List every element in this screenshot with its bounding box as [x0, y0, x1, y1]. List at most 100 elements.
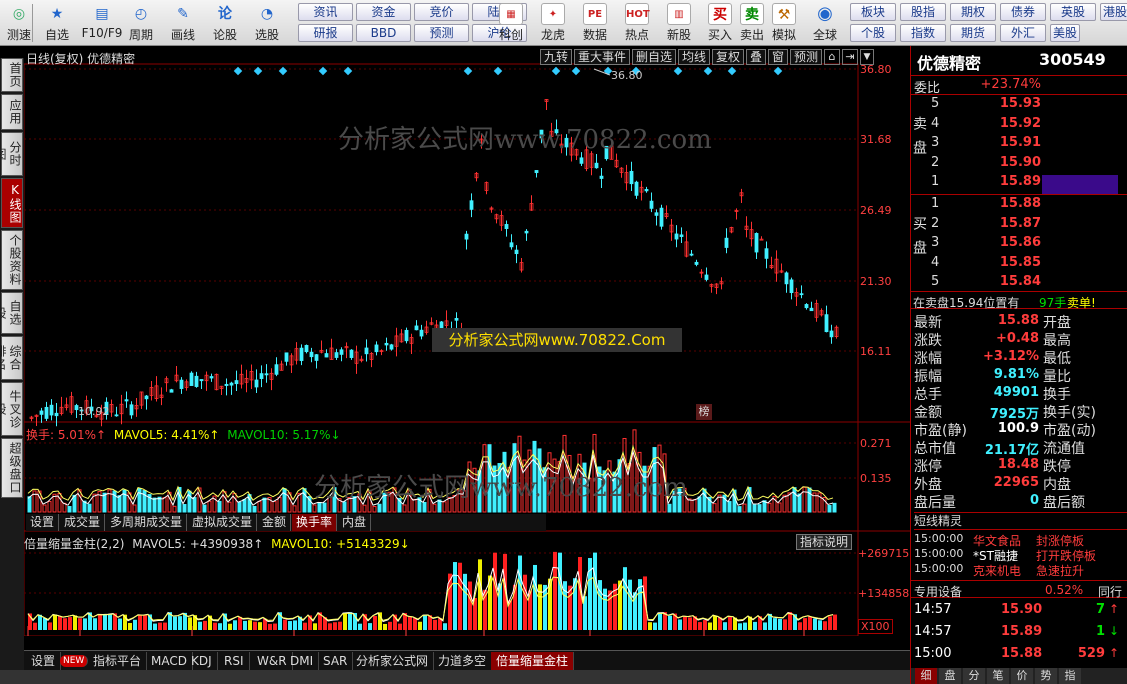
indicator-tab-11[interactable]: 倍量缩量金柱	[491, 652, 575, 670]
quote-tab-1[interactable]: 盘	[939, 668, 961, 684]
dropdown-icon[interactable]: ▼	[860, 49, 874, 65]
sidebar-tab-8[interactable]: 超级盘口	[1, 438, 23, 498]
grid-top-1-button[interactable]: 资金	[356, 3, 411, 21]
event-marker-icon[interactable]	[493, 66, 503, 76]
toolbar-6-button[interactable]: ◔ 选股	[248, 2, 286, 44]
volume-tab-4[interactable]: 金额	[258, 514, 292, 531]
quote-tab-3[interactable]: 笔	[987, 668, 1009, 684]
event-marker-icon[interactable]	[343, 66, 353, 76]
chart-header-6-button[interactable]: 窗	[768, 49, 789, 65]
market-bottom-1-button[interactable]: 指数	[900, 24, 946, 42]
event-marker-icon[interactable]	[673, 66, 683, 76]
mid-4-button[interactable]: ▥ 新股	[658, 2, 700, 44]
sector-peers[interactable]: 同行	[1098, 583, 1122, 600]
grid-top-2-button[interactable]: 竞价	[414, 3, 469, 21]
mid-0-button[interactable]: ▦ 科创	[490, 2, 532, 44]
buy-level-2-price[interactable]: 15.86	[971, 235, 1041, 250]
mid-2-button[interactable]: PE 数据	[574, 2, 616, 44]
grid-bottom-1-button[interactable]: BBD	[356, 24, 411, 42]
chart-header-4-button[interactable]: 复权	[712, 49, 745, 65]
sector-name[interactable]: 专用设备	[914, 583, 962, 600]
toolbar-3-button[interactable]: ◴ 周期	[122, 2, 160, 44]
market-top-5-button[interactable]: 港股	[1100, 3, 1127, 21]
sidebar-tab-0[interactable]: 首页	[1, 58, 23, 92]
buy-level-1-price[interactable]: 15.87	[971, 216, 1041, 231]
chart-header-3-button[interactable]: 均线	[678, 49, 711, 65]
event-marker-icon[interactable]	[727, 66, 737, 76]
quote-tab-2[interactable]: 分	[963, 668, 985, 684]
sidebar-tab-7[interactable]: 牛叉诊股	[0, 382, 23, 436]
quote-tab-0[interactable]: 细	[915, 668, 937, 684]
lock-icon[interactable]: ⌂	[824, 49, 840, 65]
chart-header-5-button[interactable]: 叠	[746, 49, 767, 65]
sell-level-3-price[interactable]: 15.90	[971, 155, 1041, 170]
market-bottom-2-button[interactable]: 期货	[950, 24, 996, 42]
kline-chart-area[interactable]: 36.80 31.68 26.49 21.30 16.11 0.271 0.135 +2697…	[24, 46, 910, 636]
event-marker-icon[interactable]	[703, 66, 713, 76]
sell-level-0-price[interactable]: 15.93	[971, 96, 1041, 111]
sidebar-tab-4[interactable]: 个股资料	[1, 230, 23, 290]
trade-0-button[interactable]: 买买入	[704, 2, 736, 44]
grid-bottom-2-button[interactable]: 预测	[414, 24, 469, 42]
grid-bottom-0-button[interactable]: 研报	[298, 24, 353, 42]
chart-header-1-button[interactable]: 重大事件	[574, 49, 631, 65]
indicator-tab-2[interactable]: 指标平台	[88, 652, 148, 670]
event-marker-icon[interactable]	[318, 66, 328, 76]
indicator-help-button[interactable]: 指标说明	[796, 534, 852, 550]
sidebar-tab-3[interactable]: K线图	[1, 178, 23, 228]
volume-tab-3[interactable]: 虚拟成交量	[188, 514, 258, 531]
quote-tab-4[interactable]: 价	[1011, 668, 1033, 684]
chart-header-7-button[interactable]: 预测	[790, 49, 823, 65]
market-top-3-button[interactable]: 债券	[1000, 3, 1046, 21]
expand-icon[interactable]: ⇥	[842, 49, 858, 65]
toolbar-5-button[interactable]: 论论股	[206, 2, 244, 44]
buy-level-3-price[interactable]: 15.85	[971, 255, 1041, 270]
volume-tab-6[interactable]: 内盘	[338, 514, 372, 531]
indicator-tab-9[interactable]: 分析家公式网	[351, 652, 435, 670]
chart-header-2-button[interactable]: 删自选	[632, 49, 677, 65]
indicator-tab-4[interactable]: KDJ	[186, 652, 218, 670]
toolbar-2-button[interactable]: ▤ F10/F9	[80, 2, 124, 44]
buy-level-0-price[interactable]: 15.88	[971, 196, 1041, 211]
volume-tab-5[interactable]: 换手率	[292, 514, 338, 531]
globe-button[interactable]: ◉ 全球	[804, 2, 846, 44]
event-marker-icon[interactable]	[278, 66, 288, 76]
toolbar-4-button[interactable]: ✎ 画线	[164, 2, 202, 44]
grid-top-0-button[interactable]: 资讯	[298, 3, 353, 21]
event-marker-icon[interactable]	[571, 66, 581, 76]
market-top-2-button[interactable]: 期权	[950, 3, 996, 21]
indicator-tab-7[interactable]: DMI	[285, 652, 320, 670]
sidebar-tab-5[interactable]: 自选股	[0, 292, 23, 334]
event-marker-icon[interactable]	[463, 66, 473, 76]
sprite-title[interactable]: 短线精灵	[914, 512, 1127, 530]
quote-tab-6[interactable]: 指	[1059, 668, 1081, 684]
mid-1-button[interactable]: ✦ 龙虎	[532, 2, 574, 44]
buy-level-4-price[interactable]: 15.84	[971, 274, 1041, 289]
sidebar-tab-1[interactable]: 应用	[1, 94, 23, 130]
volume-tab-2[interactable]: 多周期成交量	[106, 514, 188, 531]
chart-header-0-button[interactable]: 九转	[540, 49, 573, 65]
event-marker-icon[interactable]	[253, 66, 263, 76]
event-marker-icon[interactable]	[773, 66, 783, 76]
indicator-tab-0[interactable]: 设置	[26, 652, 62, 670]
market-bottom-3-button[interactable]: 外汇	[1000, 24, 1046, 42]
indicator-tab-5[interactable]: RSI	[219, 652, 250, 670]
sell-level-2-price[interactable]: 15.91	[971, 135, 1041, 150]
event-marker-icon[interactable]	[233, 66, 243, 76]
market-top-1-button[interactable]: 股指	[900, 3, 946, 21]
sell-level-1-price[interactable]: 15.92	[971, 116, 1041, 131]
market-bottom-0-button[interactable]: 个股	[850, 24, 896, 42]
bang-badge[interactable]: 榜	[696, 404, 712, 420]
market-top-4-button[interactable]: 英股	[1050, 3, 1096, 21]
market-bottom-4-button[interactable]: 美股	[1050, 24, 1080, 42]
market-top-0-button[interactable]: 板块	[850, 3, 896, 21]
trade-1-button[interactable]: 卖卖出	[736, 2, 768, 44]
event-marker-icon[interactable]	[551, 66, 561, 76]
sidebar-tab-2[interactable]: 分时图	[0, 132, 23, 176]
volume-tab-0[interactable]: 设置	[26, 514, 60, 531]
trade-2-button[interactable]: ⚒ 模拟	[768, 2, 800, 44]
toolbar-1-button[interactable]: ★ 自选	[38, 2, 76, 44]
sell-level-4-price[interactable]: 15.89	[971, 174, 1041, 189]
indicator-tab-10[interactable]: 力道多空	[433, 652, 493, 670]
indicator-tab-8[interactable]: SAR	[318, 652, 354, 670]
